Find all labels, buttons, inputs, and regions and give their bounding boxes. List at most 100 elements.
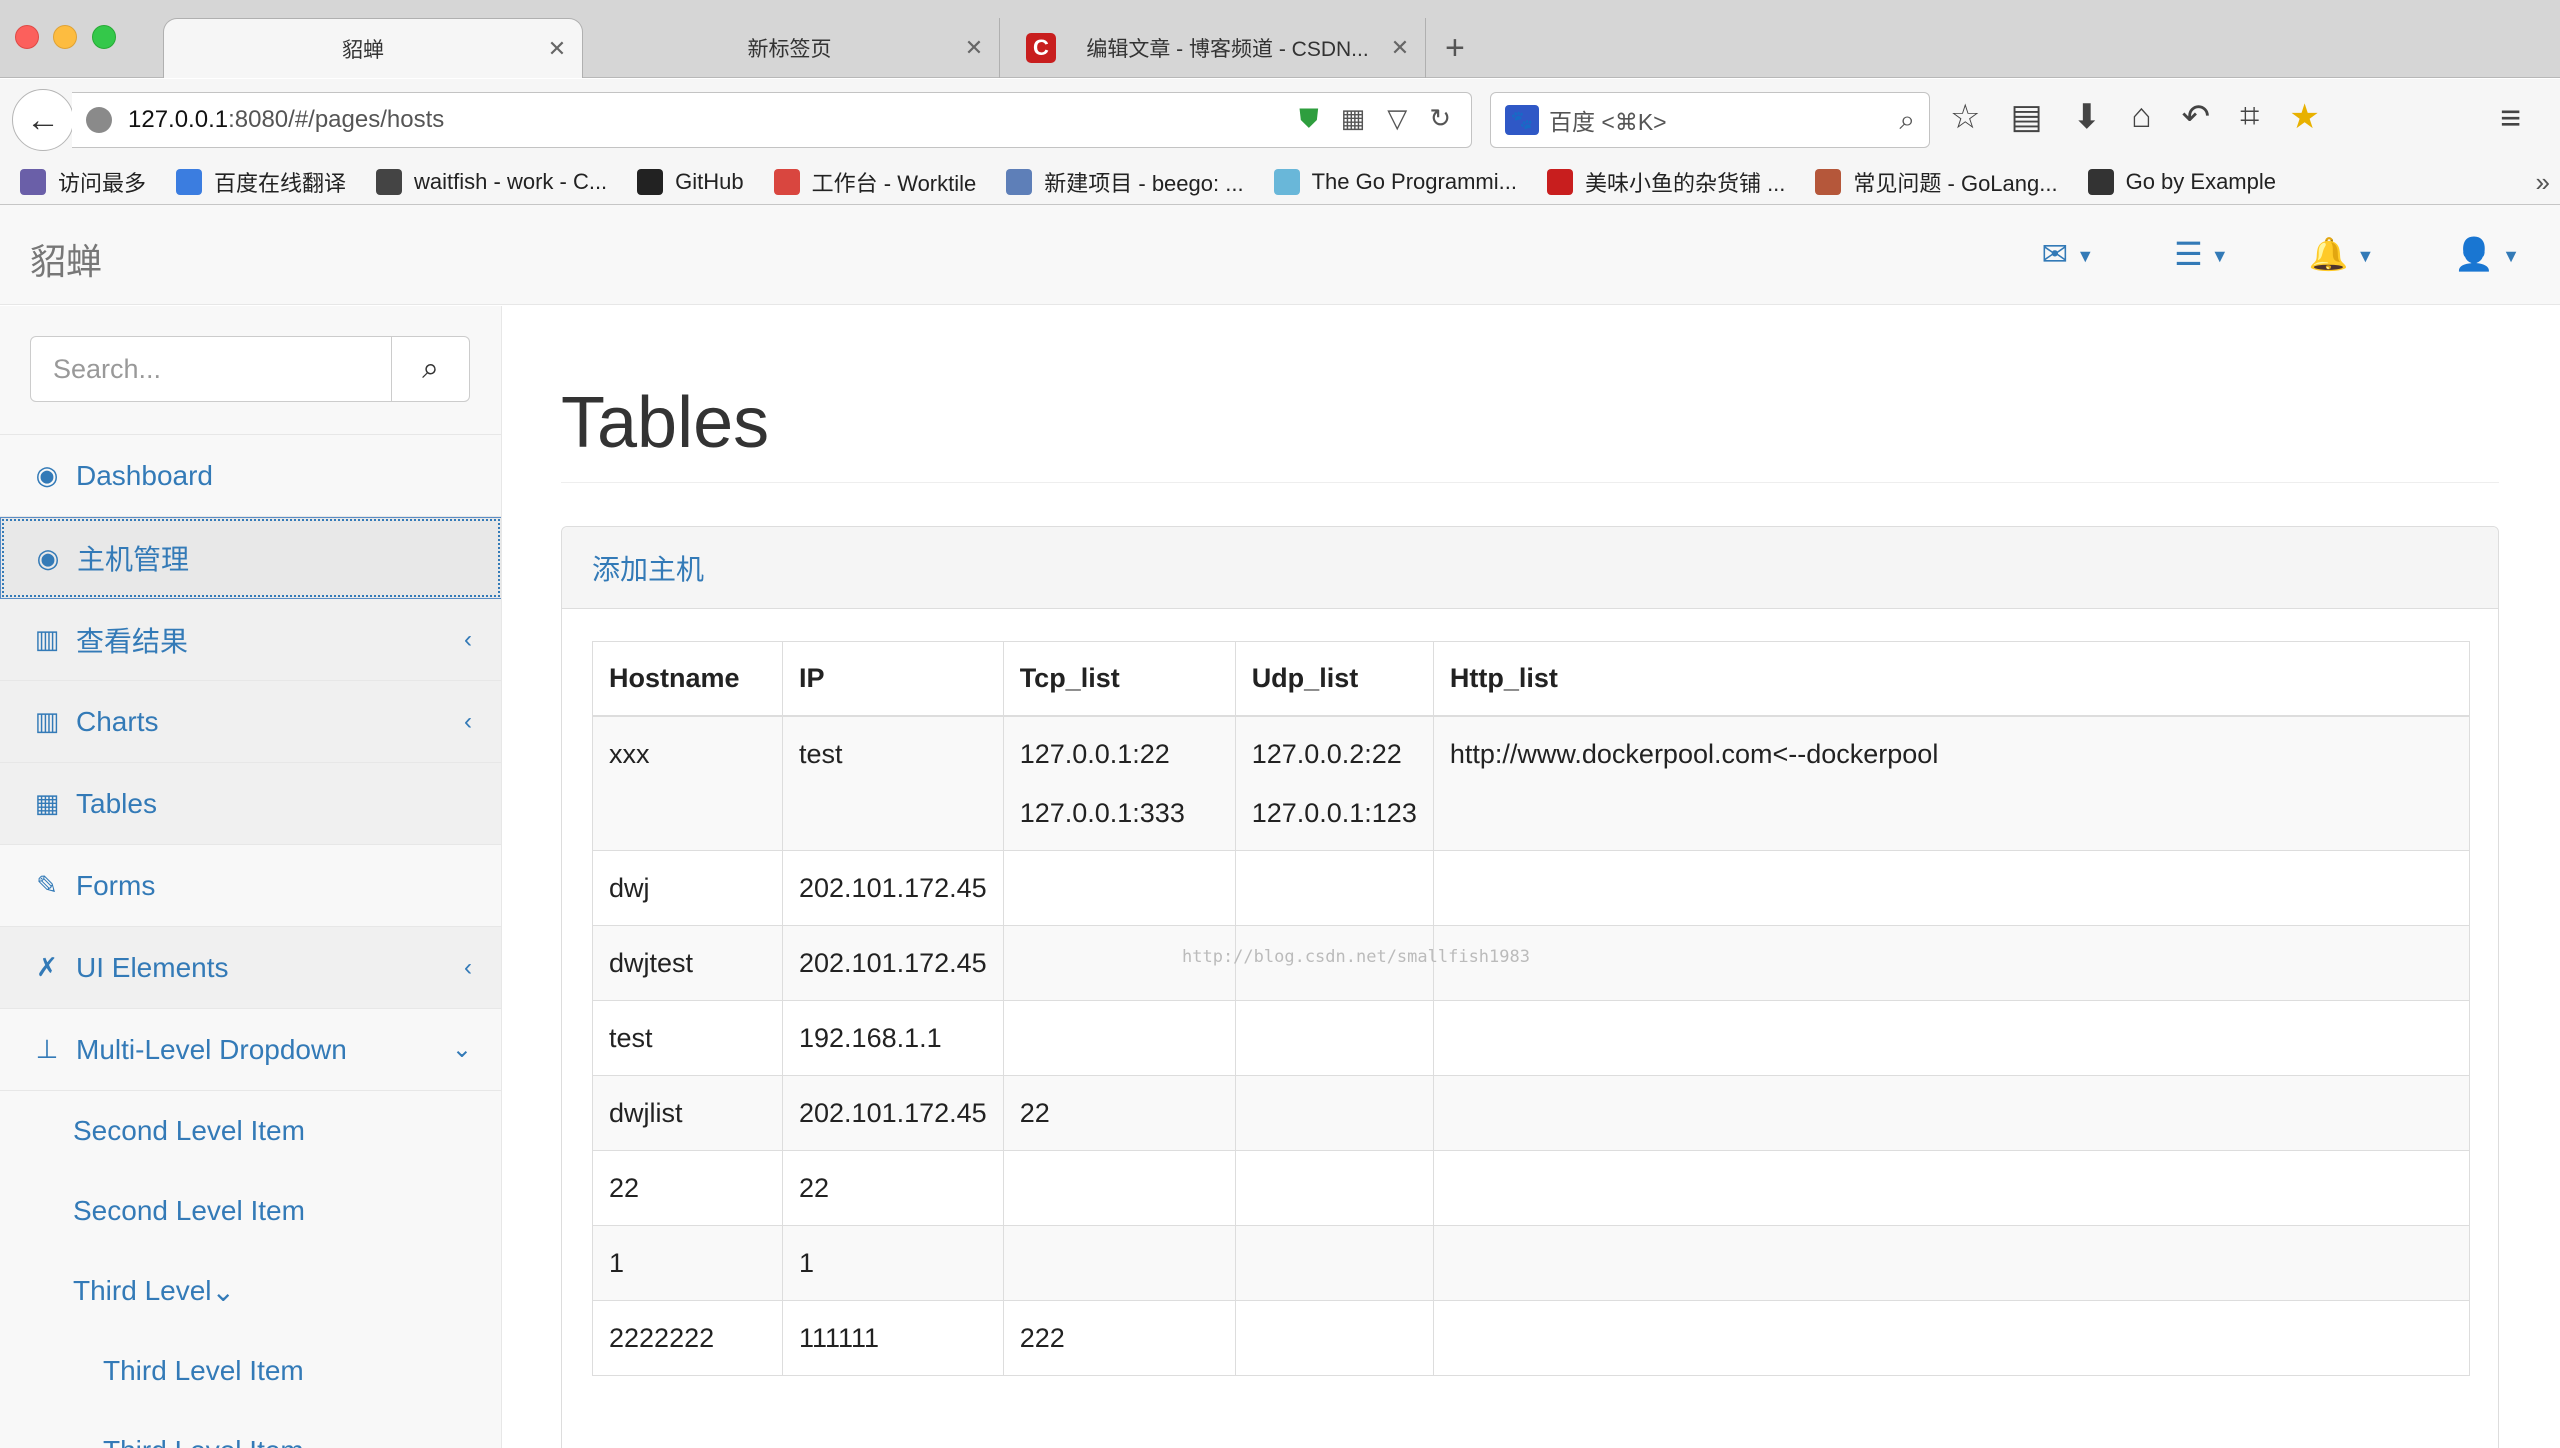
ip-cell: 202.101.172.45	[782, 849, 1004, 926]
user-dropdown[interactable]: 👤 ▼	[2454, 235, 2520, 273]
search-icon: ⌕	[422, 352, 439, 385]
sidebar-item-label: 主机管理	[77, 544, 190, 575]
shield-icon[interactable]: ⛊	[1299, 103, 1319, 135]
bookmark-item[interactable]: 访问最多	[20, 166, 146, 198]
hosts-table: Hostname IP Tcp_list Udp_list Http_list xxx t…	[592, 641, 2471, 1376]
column-header[interactable]: Hostname	[592, 641, 783, 717]
sidebar-item-multi-level-dropdown[interactable]: ⊥ Multi-Level Dropdown ⌄	[0, 1009, 501, 1091]
bookmark-item[interactable]: 美味小鱼的杂货铺 ...	[1546, 166, 1785, 198]
home-icon[interactable]: ⌂	[2131, 97, 2152, 137]
bookmark-label: The Go Programmi...	[1311, 168, 1517, 194]
bookmark-label: 工作台 - Worktile	[811, 170, 977, 196]
sidebar-item-forms[interactable]: ✎ Forms	[0, 845, 501, 927]
sidebar-sub-item[interactable]: Second Level Item	[0, 1171, 501, 1251]
bookmark-item[interactable]: 常见问题 - GoLang...	[1815, 166, 2058, 198]
alerts-dropdown[interactable]: 🔔 ▼	[2309, 235, 2375, 273]
minimize-window-button[interactable]	[53, 25, 77, 49]
sidebar-item-tables[interactable]: ▦ Tables	[0, 763, 501, 845]
add-host-link[interactable]: 添加主机	[562, 527, 2498, 609]
maximize-window-button[interactable]	[92, 25, 116, 49]
bookmark-item[interactable]: waitfish - work - C...	[376, 168, 607, 195]
more-bookmarks-icon[interactable]: »	[2536, 167, 2550, 198]
sidebar-item-ui-elements[interactable]: ✗ UI Elements ‹	[0, 927, 501, 1009]
messages-dropdown[interactable]: ✉ ▼	[2042, 235, 2095, 273]
close-tab-icon[interactable]: ✕	[959, 35, 989, 61]
close-window-button[interactable]	[15, 25, 39, 49]
bookmark-item[interactable]: 百度在线翻译	[176, 166, 346, 198]
back-button[interactable]: ←	[12, 89, 74, 151]
crop-icon[interactable]: ⌗	[2240, 97, 2259, 137]
brand-title[interactable]: 貂蝉	[30, 233, 102, 285]
sidebar-item-label: Third Level Item	[103, 1435, 304, 1448]
undo-icon[interactable]: ↶	[2182, 97, 2211, 137]
bookmark-item[interactable]: Go by Example	[2087, 168, 2276, 195]
bookmark-item[interactable]: 新建项目 - beego: ...	[1006, 166, 1244, 198]
search-engine-bar[interactable]: 🐾 百度 <⌘K> ⌕	[1490, 92, 1930, 148]
browser-tab[interactable]: 新标签页 ✕	[600, 18, 1000, 78]
sidebar-sub-item[interactable]: Third Level Item	[0, 1411, 501, 1448]
udp-list-cell	[1234, 1149, 1434, 1226]
search-input[interactable]	[30, 336, 392, 402]
reload-icon[interactable]: ↻	[1429, 103, 1451, 135]
sidebar-sub-item[interactable]: Third Level Item	[0, 1331, 501, 1411]
sitemap-icon: ⊥	[35, 1034, 59, 1064]
sidebar-sub-item[interactable]: Second Level Item	[0, 1091, 501, 1171]
tcp-list-cell	[1002, 849, 1236, 926]
bookmark-label: 百度在线翻译	[214, 170, 347, 196]
udp-list-cell	[1234, 849, 1434, 926]
bookmark-item[interactable]: 工作台 - Worktile	[773, 166, 977, 198]
tab-title: 编辑文章 - 博客频道 - CSDN...	[1086, 38, 1369, 61]
browser-tab-active[interactable]: 貂蝉 ✕	[163, 18, 583, 78]
chevron-down-icon: ⌄	[211, 1275, 235, 1307]
bookmark-item[interactable]: The Go Programmi...	[1273, 168, 1517, 195]
sidebar-nav: ◉ Dashboard ◉ 主机管理 ▥ 查看结果 ‹ ▥ Charts ‹ ▦ Tables ✎ For…	[0, 434, 501, 1448]
table-row: dwj 202.101.172.45	[592, 849, 2471, 926]
extension-star-icon[interactable]: ★	[2289, 97, 2319, 137]
sidebar-sub-item[interactable]: Third Level ⌄	[0, 1251, 501, 1331]
http-list-cell	[1432, 1299, 2471, 1376]
url-bar[interactable]: 127.0.0.1:8080/#/pages/hosts ⛊ ▦ ▽ ↻	[72, 92, 1472, 148]
hostname-cell: 22	[592, 1149, 783, 1226]
bookmark-label: 常见问题 - GoLang...	[1853, 170, 2058, 196]
bookmark-item[interactable]: GitHub	[637, 168, 744, 195]
divider	[561, 482, 2499, 483]
reading-list-icon[interactable]: ▤	[2010, 97, 2042, 137]
sidebar-item-charts[interactable]: ▥ Charts ‹	[0, 681, 501, 763]
chevron-left-icon: ‹	[464, 707, 472, 735]
search-icon[interactable]: ⌕	[1899, 104, 1915, 137]
sidebar-item-label: Third Level	[73, 1275, 212, 1306]
column-header[interactable]: IP	[782, 641, 1004, 717]
edit-icon: ✎	[36, 870, 58, 900]
arrow-left-icon: ←	[26, 100, 60, 139]
app-header: 貂蝉 ✉ ▼ ☰ ▼ 🔔 ▼ 👤 ▼	[0, 205, 2560, 305]
sidebar-item-dashboard[interactable]: ◉ Dashboard	[0, 435, 501, 517]
udp-list-cell	[1234, 1074, 1434, 1151]
tasks-dropdown[interactable]: ☰ ▼	[2174, 235, 2229, 273]
hostname-cell: xxx	[592, 715, 783, 851]
tab-title: 新标签页	[747, 38, 832, 61]
column-header[interactable]: Udp_list	[1234, 641, 1434, 717]
baidu-icon[interactable]: 🐾	[1505, 105, 1539, 135]
dropdown-arrow-icon[interactable]: ▽	[1387, 103, 1407, 135]
ip-cell: 192.168.1.1	[782, 999, 1004, 1076]
sidebar-item-label: Charts	[76, 705, 159, 737]
column-header[interactable]: Http_list	[1432, 641, 2471, 717]
close-tab-icon[interactable]: ✕	[1385, 35, 1415, 61]
bookmark-star-icon[interactable]: ☆	[1950, 97, 1980, 137]
dashboard-icon: ◉	[35, 460, 59, 490]
fish-icon	[376, 168, 403, 195]
browser-tab[interactable]: C 编辑文章 - 博客频道 - CSDN... ✕	[1006, 18, 1426, 78]
search-button[interactable]: ⌕	[392, 336, 470, 402]
column-header[interactable]: Tcp_list	[1002, 641, 1236, 717]
qr-code-icon[interactable]: ▦	[1341, 103, 1366, 135]
sidebar-item-查看结果[interactable]: ▥ 查看结果 ‹	[0, 599, 501, 681]
site-info-icon[interactable]	[86, 107, 112, 133]
new-tab-button[interactable]: +	[1445, 28, 1465, 68]
hamburger-menu-icon[interactable]: ≡	[2500, 97, 2521, 139]
close-tab-icon[interactable]: ✕	[542, 36, 572, 62]
ip-cell: 202.101.172.45	[782, 924, 1004, 1001]
sidebar-item-主机管理[interactable]: ◉ 主机管理	[0, 517, 501, 599]
http-list-cell	[1432, 999, 2471, 1076]
gopher-icon	[1273, 168, 1300, 195]
download-icon[interactable]: ⬇	[2073, 97, 2102, 137]
